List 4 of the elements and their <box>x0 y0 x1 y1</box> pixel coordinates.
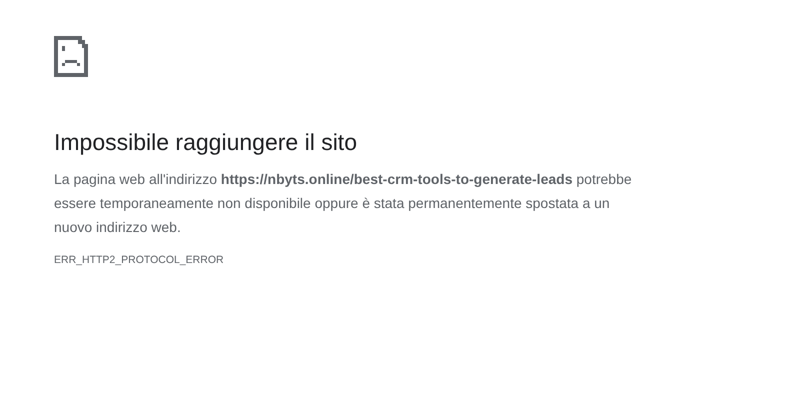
error-title: Impossibile raggiungere il sito <box>54 128 357 157</box>
sad-page-icon <box>54 36 88 77</box>
error-code: ERR_HTTP2_PROTOCOL_ERROR <box>54 253 224 268</box>
error-message: La pagina web all'indirizzo https://nbyts.online/best-crm-tools-to-generate-leads potrebbe essere temporaneamente non disponibile oppure è stata permanentemente spostata a un nuovo indirizzo web. <box>54 170 633 237</box>
